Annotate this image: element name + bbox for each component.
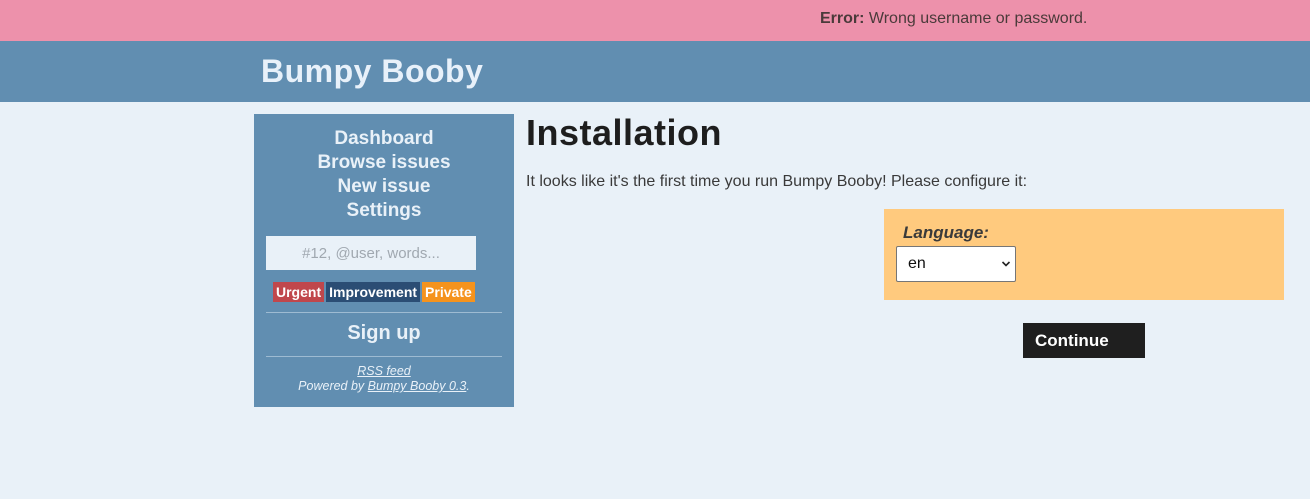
language-select[interactable]: en xyxy=(896,246,1016,282)
tag-list: Urgent Improvement Private xyxy=(273,282,475,302)
tag-urgent[interactable]: Urgent xyxy=(273,282,325,302)
sidebar: Dashboard Browse issues New issue Settin… xyxy=(254,114,514,407)
language-label: Language: xyxy=(903,223,989,242)
rss-line: RSS feed xyxy=(254,364,514,378)
error-text: Wrong username or password. xyxy=(868,10,1088,27)
signup-link[interactable]: Sign up xyxy=(254,322,514,345)
error-label: Error: xyxy=(820,10,865,27)
sidebar-divider xyxy=(266,312,502,313)
app-header: Bumpy Booby xyxy=(0,41,1310,102)
page-title: Installation xyxy=(526,112,723,153)
continue-button[interactable]: Continue xyxy=(1023,323,1145,358)
powered-by-text: Powered by xyxy=(298,379,368,393)
powered-by-link[interactable]: Bumpy Booby 0.3 xyxy=(368,379,467,393)
nav-settings[interactable]: Settings xyxy=(254,200,514,222)
powered-by-suffix: . xyxy=(466,379,470,393)
language-value: en xyxy=(908,255,926,272)
rss-feed-link[interactable]: RSS feed xyxy=(357,364,411,378)
search-input[interactable] xyxy=(266,236,476,270)
tag-improvement[interactable]: Improvement xyxy=(326,282,421,302)
sidebar-divider xyxy=(266,356,502,357)
intro-text: It looks like it's the first time you ru… xyxy=(526,173,1028,190)
language-panel: Language: en xyxy=(884,209,1284,300)
powered-by-line: Powered by Bumpy Booby 0.3. xyxy=(254,379,514,393)
nav-dashboard[interactable]: Dashboard xyxy=(254,128,514,150)
nav-new-issue[interactable]: New issue xyxy=(254,176,514,198)
app-title[interactable]: Bumpy Booby xyxy=(261,53,483,90)
error-banner: Error: Wrong username or password. xyxy=(0,0,1310,41)
nav-browse-issues[interactable]: Browse issues xyxy=(254,152,514,174)
chevron-down-icon xyxy=(1001,261,1011,267)
tag-private[interactable]: Private xyxy=(422,282,475,302)
error-message: Error: Wrong username or password. xyxy=(820,10,1087,28)
